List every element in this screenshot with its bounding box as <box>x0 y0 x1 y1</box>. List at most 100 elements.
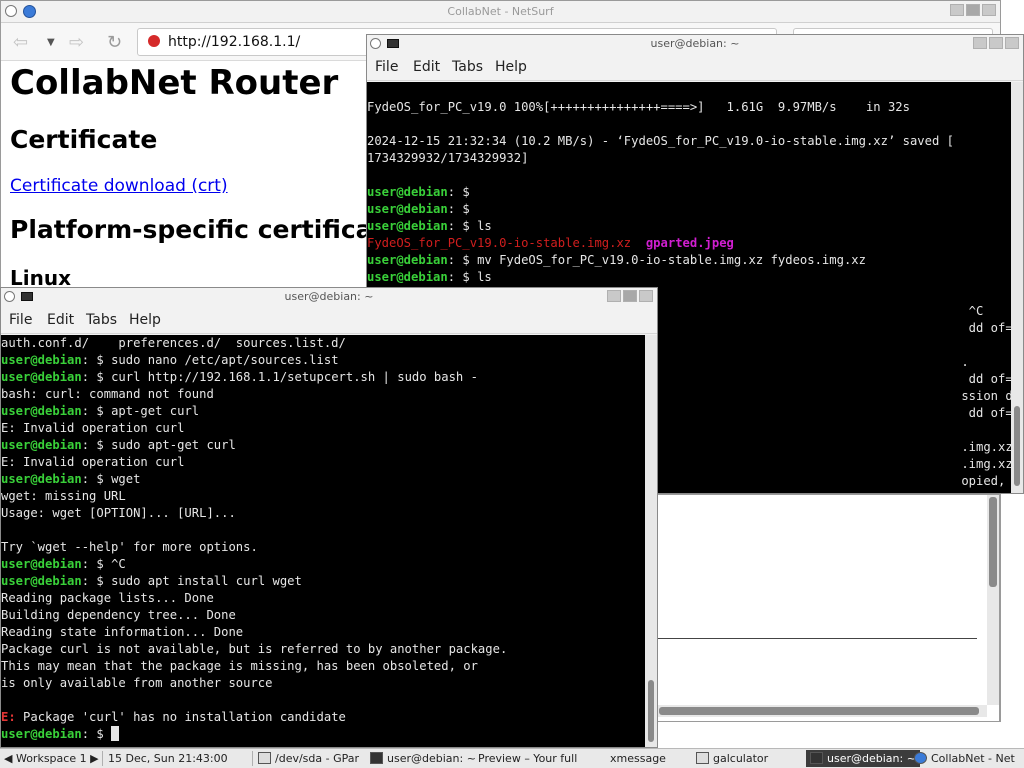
workspace-switcher[interactable]: ◀ Workspace 1 ▶ <box>4 752 99 765</box>
forward-arrow-icon[interactable]: ⇨ <box>69 32 84 53</box>
menu-help[interactable]: Help <box>129 312 161 328</box>
terminal-line: E: Invalid operation curl <box>1 454 645 471</box>
globe-icon <box>914 752 927 764</box>
terminal-text: wget: missing URL <box>1 489 126 503</box>
certificate-download-link[interactable]: Certificate download (crt) <box>10 176 228 196</box>
taskbar-task-label: user@debian: ~ <box>387 752 476 765</box>
menu-tabs[interactable]: Tabs <box>86 312 117 328</box>
taskbar-task[interactable]: xmessage <box>610 752 666 765</box>
terminal-menubar: File Edit Tabs Help <box>367 53 1023 81</box>
taskbar-task[interactable]: user@debian: ~ <box>370 752 476 765</box>
terminal-line: Usage: wget [OPTION]... [URL]... <box>1 505 645 522</box>
terminal-text: user@debian <box>367 185 448 199</box>
terminal-line: FydeOS_for_PC_v19.0 100%[+++++++++++++++… <box>367 99 1011 116</box>
taskbar-task-label: xmessage <box>610 752 666 765</box>
terminal-text: : $ sudo apt-get curl <box>81 438 236 452</box>
disk-icon <box>258 752 271 764</box>
terminal-text: user@debian <box>1 574 82 588</box>
taskbar-task[interactable]: /dev/sda - GPar <box>258 752 359 765</box>
terminal-text: user@debian <box>367 270 448 284</box>
terminal-text: $ <box>455 185 470 199</box>
taskbar-task-label: /dev/sda - GPar <box>275 752 360 765</box>
terminal-line: Reading package lists... Done <box>1 590 645 607</box>
close-button[interactable] <box>639 290 653 302</box>
terminal-line: user@debian: $ sudo apt install curl wge… <box>1 573 645 590</box>
terminal-icon <box>370 752 383 764</box>
terminal-text: Package 'curl' has no installation candi… <box>15 710 346 724</box>
menu-file[interactable]: File <box>9 312 32 328</box>
terminal-titlebar[interactable]: user@debian: ~ <box>367 35 1023 53</box>
gparted-scrollbar[interactable] <box>987 495 999 705</box>
terminal-line: This may mean that the package is missin… <box>1 658 645 675</box>
taskbar-task-label: Preview – Your full <box>478 752 578 765</box>
taskbar-task[interactable]: user@debian: ~ <box>806 750 920 767</box>
history-dropdown-icon[interactable]: ▼ <box>47 37 55 48</box>
menu-help[interactable]: Help <box>495 59 527 75</box>
terminal-line: user@debian: $ <box>367 184 1011 201</box>
terminal-text: : $ wget <box>81 472 141 486</box>
terminal-text: Try `wget --help' for more options. <box>1 540 258 554</box>
menu-edit[interactable]: Edit <box>47 312 74 328</box>
menu-edit[interactable]: Edit <box>413 59 440 75</box>
terminal-text: Package curl is not available, but is re… <box>1 642 508 656</box>
terminal-line: is only available from another source <box>1 675 645 692</box>
terminal-scrollbar-thumb[interactable] <box>1014 406 1020 486</box>
close-button[interactable] <box>982 4 996 16</box>
gparted-hscrollbar-thumb[interactable] <box>659 707 979 715</box>
reload-icon[interactable]: ↻ <box>107 32 122 53</box>
terminal-title: user@debian: ~ <box>284 290 374 303</box>
terminal-text: E: <box>1 710 16 724</box>
menu-file[interactable]: File <box>375 59 398 75</box>
terminal-line: Package curl is not available, but is re… <box>1 641 645 658</box>
terminal-text: $ <box>455 202 470 216</box>
workspace-arrow-left-icon[interactable]: ◀ <box>4 752 12 765</box>
minimize-button[interactable] <box>607 290 621 302</box>
url-text: http://192.168.1.1/ <box>168 34 301 50</box>
maximize-button[interactable] <box>989 37 1003 49</box>
terminal-text: user@debian <box>1 557 82 571</box>
gparted-hscrollbar[interactable] <box>657 705 987 717</box>
minimize-button[interactable] <box>973 37 987 49</box>
terminal-text: FydeOS_for_PC_v19.0 100%[+++++++++++++++… <box>367 100 910 114</box>
maximize-button[interactable] <box>966 4 980 16</box>
taskbar: ◀ Workspace 1 ▶ 15 Dec, Sun 21:43:00 /de… <box>0 748 1024 768</box>
terminal-line: user@debian: $ mv FydeOS_for_PC_v19.0-io… <box>367 252 1011 269</box>
close-button[interactable] <box>1005 37 1019 49</box>
workspace-arrow-right-icon[interactable]: ▶ <box>90 752 98 765</box>
maximize-button[interactable] <box>623 290 637 302</box>
terminal-line: auth.conf.d/ preferences.d/ sources.list… <box>1 335 645 352</box>
terminal-scrollbar[interactable] <box>645 335 657 747</box>
terminal-text: user@debian <box>1 370 82 384</box>
terminal-scrollbar-thumb[interactable] <box>648 680 654 742</box>
browser-titlebar[interactable]: CollabNet - NetSurf <box>1 1 1000 23</box>
menu-tabs[interactable]: Tabs <box>452 59 483 75</box>
terminal-text: : <box>447 219 456 233</box>
terminal-text: $ ls <box>455 219 492 233</box>
terminal-line: user@debian: $ ^C <box>1 556 645 573</box>
terminal-text: Usage: wget [OPTION]... [URL]... <box>1 506 236 520</box>
gparted-scrollbar-thumb[interactable] <box>989 497 997 587</box>
clock: 15 Dec, Sun 21:43:00 <box>108 752 228 765</box>
taskbar-separator <box>252 751 253 766</box>
minimize-button[interactable] <box>950 4 964 16</box>
taskbar-task-label: user@debian: ~ <box>827 752 916 765</box>
taskbar-task-label: CollabNet - Net <box>931 752 1015 765</box>
text-cursor <box>111 726 120 741</box>
terminal-line: user@debian: $ ls <box>367 218 1011 235</box>
terminal-output[interactable]: auth.conf.d/ preferences.d/ sources.list… <box>1 335 645 747</box>
terminal-scrollbar[interactable] <box>1011 82 1023 493</box>
taskbar-task[interactable]: Preview – Your full <box>478 752 577 765</box>
taskbar-task[interactable]: galculator <box>696 752 768 765</box>
terminal-text: is only available from another source <box>1 676 273 690</box>
terminal-line: user@debian: $ curl http://192.168.1.1/s… <box>1 369 645 386</box>
terminal-titlebar[interactable]: user@debian: ~ <box>1 288 657 306</box>
terminal-window-bottom: user@debian: ~ File Edit Tabs Help auth.… <box>0 287 658 748</box>
taskbar-task[interactable]: CollabNet - Net <box>914 752 1015 765</box>
terminal-text: user@debian <box>1 438 82 452</box>
terminal-text: : $ sudo nano /etc/apt/sources.list <box>81 353 339 367</box>
back-arrow-icon[interactable]: ⇦ <box>13 32 28 53</box>
terminal-line: user@debian: $ apt-get curl <box>1 403 645 420</box>
workspace-label: Workspace 1 <box>15 752 87 765</box>
